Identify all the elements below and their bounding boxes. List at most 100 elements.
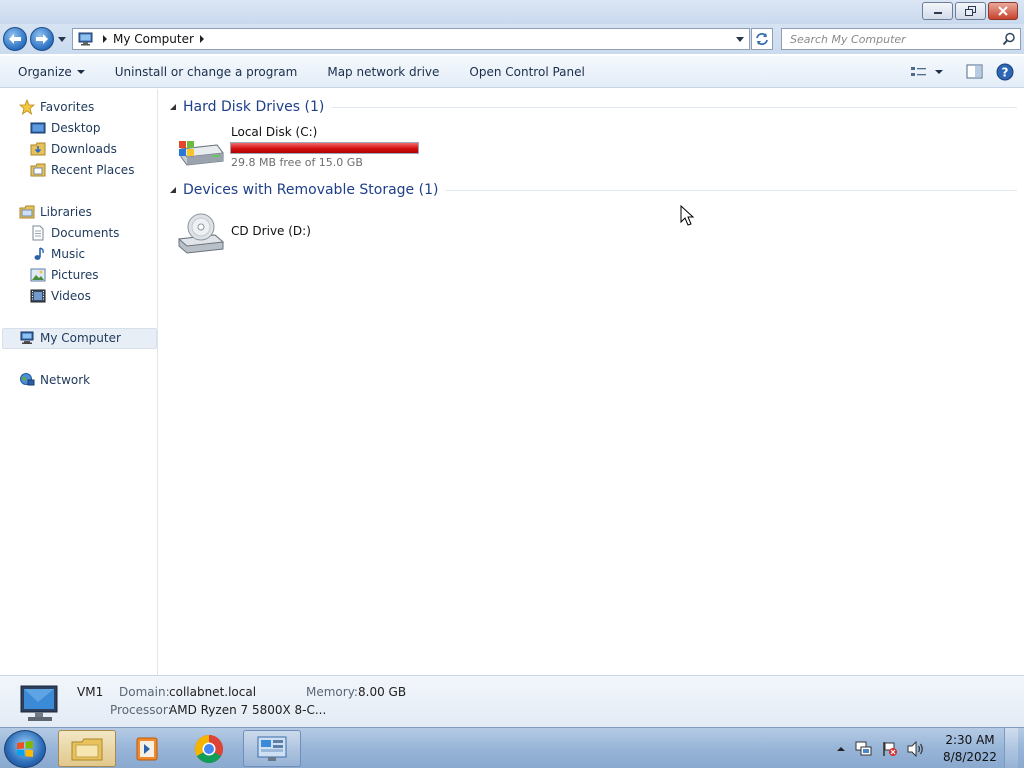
show-hidden-icons-button[interactable] — [836, 745, 846, 753]
nav-documents[interactable]: Documents — [30, 223, 119, 243]
drive-c-usage-bar — [230, 142, 419, 154]
nav-my-computer[interactable]: My Computer — [19, 328, 121, 348]
nav-pictures[interactable]: Pictures — [30, 265, 99, 285]
collapse-triangle-icon[interactable] — [169, 186, 177, 194]
change-view-button[interactable] — [910, 65, 944, 79]
mouse-cursor-icon — [680, 205, 695, 226]
taskbar-control-panel[interactable] — [243, 730, 301, 767]
arrow-right-icon — [36, 34, 48, 44]
nav-documents-label: Documents — [51, 226, 120, 240]
group-header-removable[interactable]: Devices with Removable Storage (1) — [169, 180, 1017, 200]
nav-recent-places-label: Recent Places — [51, 163, 135, 177]
search-input[interactable] — [782, 29, 992, 49]
back-button[interactable] — [3, 27, 27, 51]
recent-pages-dropdown-icon[interactable] — [57, 34, 67, 44]
minimize-button[interactable] — [922, 2, 953, 20]
chevron-down-icon — [76, 69, 85, 74]
media-player-icon — [136, 737, 158, 760]
computer-icon — [78, 32, 93, 46]
chevron-up-icon — [837, 746, 845, 751]
nav-music-label: Music — [51, 247, 86, 261]
breadcrumb-chevron-icon[interactable] — [100, 35, 110, 43]
network-tray-button[interactable] — [855, 741, 873, 757]
network-icon — [19, 372, 35, 388]
nav-downloads-label: Downloads — [51, 142, 117, 156]
folder-icon — [71, 738, 103, 760]
nav-videos[interactable]: Videos — [30, 286, 91, 306]
nav-favorites[interactable]: Favorites — [19, 97, 94, 117]
pictures-icon — [30, 267, 46, 283]
nav-my-computer-label: My Computer — [40, 331, 121, 345]
close-button[interactable] — [988, 2, 1018, 20]
taskbar-media-player[interactable] — [118, 730, 176, 767]
help-button[interactable]: ? — [996, 63, 1014, 81]
computer-name: VM1 — [77, 685, 104, 699]
volume-button[interactable] — [907, 740, 925, 757]
address-history-dropdown-icon[interactable] — [735, 35, 745, 43]
nav-libraries[interactable]: Libraries — [19, 202, 92, 222]
control-panel-icon — [257, 736, 287, 761]
nav-favorites-label: Favorites — [40, 100, 95, 114]
nav-desktop-label: Desktop — [51, 121, 101, 135]
action-center-flag-icon — [883, 741, 897, 756]
close-icon — [998, 6, 1008, 16]
chevron-down-icon — [935, 70, 943, 74]
nav-network[interactable]: Network — [19, 370, 90, 390]
clock[interactable]: 2:30 AM 8/8/2022 — [940, 732, 1000, 766]
nav-videos-label: Videos — [51, 289, 91, 303]
breadcrumb-my-computer[interactable]: My Computer — [113, 32, 194, 46]
refresh-icon — [756, 33, 768, 45]
navigation-pane: Favorites Desktop Downloads Recent Place… — [0, 89, 158, 675]
downloads-folder-icon — [30, 141, 46, 157]
preview-pane-button[interactable] — [966, 64, 984, 80]
processor-label: Processor: — [110, 703, 172, 717]
computer-icon — [19, 330, 35, 346]
hard-drive-icon — [179, 141, 224, 166]
breadcrumb-chevron-icon[interactable] — [199, 35, 209, 43]
clock-time: 2:30 AM — [945, 732, 995, 747]
clock-date: 8/8/2022 — [943, 749, 997, 764]
documents-icon — [30, 225, 46, 241]
recent-places-icon — [30, 162, 46, 178]
restore-icon — [964, 6, 976, 16]
computer-monitor-icon — [20, 685, 58, 721]
address-bar[interactable]: My Computer — [72, 28, 750, 50]
music-icon — [30, 246, 46, 262]
svg-text:?: ? — [1002, 66, 1009, 80]
group-divider — [446, 189, 1017, 191]
nav-music[interactable]: Music — [30, 244, 85, 264]
restore-button[interactable] — [955, 2, 986, 20]
taskbar-chrome[interactable] — [180, 730, 238, 767]
address-row: My Computer — [0, 24, 1024, 54]
search-icon[interactable] — [1002, 32, 1016, 46]
drive-c-usage-fill — [231, 143, 418, 153]
nav-libraries-label: Libraries — [40, 205, 92, 219]
show-desktop-button[interactable] — [1004, 728, 1018, 768]
nav-pictures-label: Pictures — [51, 268, 99, 282]
view-controls: ? — [910, 56, 1014, 88]
domain-label: Domain: — [119, 685, 170, 699]
collapse-triangle-icon[interactable] — [169, 103, 177, 111]
command-bar: Organize Uninstall or change a program M… — [0, 56, 1024, 88]
start-button[interactable] — [4, 730, 46, 768]
action-center-button[interactable] — [882, 741, 898, 757]
map-network-drive-button[interactable]: Map network drive — [312, 56, 454, 87]
processor-value: AMD Ryzen 7 5800X 8-C... — [169, 703, 327, 717]
window-controls — [922, 2, 1018, 20]
drive-item-d[interactable]: CD Drive (D:) — [177, 207, 377, 257]
nav-recent-places[interactable]: Recent Places — [30, 160, 134, 180]
forward-button[interactable] — [30, 27, 54, 51]
refresh-button[interactable] — [751, 28, 773, 50]
organize-label: Organize — [18, 64, 72, 79]
nav-desktop[interactable]: Desktop — [30, 118, 101, 138]
open-control-panel-button[interactable]: Open Control Panel — [454, 56, 599, 87]
nav-downloads[interactable]: Downloads — [30, 139, 117, 159]
drive-item-c[interactable]: Local Disk (C:) 29.8 MB free of 15.0 GB — [177, 125, 577, 171]
group-header-hard-disks[interactable]: Hard Disk Drives (1) — [169, 97, 1017, 117]
organize-menu[interactable]: Organize — [0, 56, 100, 87]
taskbar-explorer[interactable] — [58, 730, 116, 767]
uninstall-program-button[interactable]: Uninstall or change a program — [100, 56, 313, 87]
star-icon — [19, 99, 35, 115]
view-options-icon — [911, 67, 926, 76]
memory-label: Memory: — [306, 685, 358, 699]
